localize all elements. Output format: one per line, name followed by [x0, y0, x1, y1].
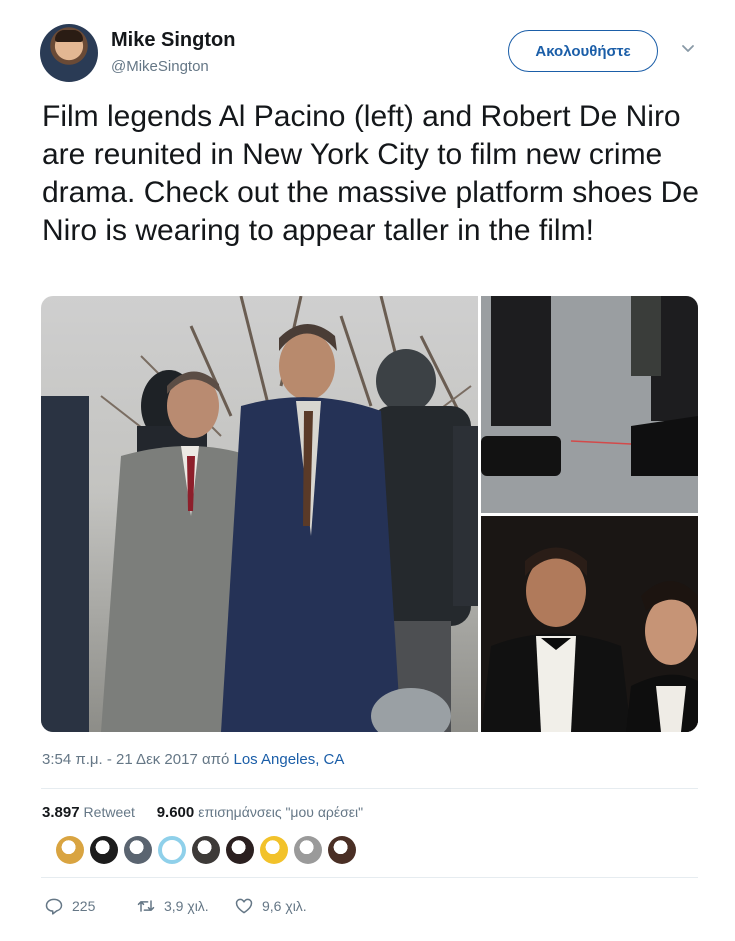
- liker-avatar[interactable]: [90, 836, 118, 864]
- reply-action[interactable]: 225: [44, 896, 136, 916]
- retweet-label: Retweet: [83, 804, 135, 820]
- like-count: 9.600: [156, 804, 195, 821]
- like-action-count: 9,6 χιλ.: [262, 898, 307, 914]
- media-grid: [41, 296, 698, 732]
- reply-icon: [45, 898, 63, 915]
- tweet-time[interactable]: 3:54 π.μ. - 21 Δεκ 2017 από: [42, 751, 233, 768]
- liker-avatar[interactable]: [56, 836, 84, 864]
- tweet-timestamp: 3:54 π.μ. - 21 Δεκ 2017 από Los Angeles,…: [42, 751, 344, 768]
- tweet-actions: 225 3,9 χιλ. 9,6 χιλ.: [44, 896, 307, 916]
- liker-avatar[interactable]: [260, 836, 288, 864]
- avatar[interactable]: [40, 24, 98, 82]
- like-label: επισημάνσεις "μου αρέσει": [198, 804, 364, 820]
- retweet-action[interactable]: 3,9 χιλ.: [136, 896, 234, 916]
- tweet-location[interactable]: Los Angeles, CA: [233, 751, 344, 768]
- liker-avatar[interactable]: [124, 836, 152, 864]
- photo-main[interactable]: [41, 296, 478, 732]
- reply-count: 225: [72, 898, 96, 914]
- user-handle[interactable]: @MikeSington: [111, 58, 209, 75]
- divider: [41, 788, 698, 789]
- liker-avatar[interactable]: [294, 836, 322, 864]
- like-action[interactable]: 9,6 χιλ.: [234, 896, 307, 916]
- follow-button[interactable]: Ακολουθήστε: [508, 30, 658, 72]
- liker-avatar[interactable]: [192, 836, 220, 864]
- liker-avatar[interactable]: [158, 836, 186, 864]
- photo-tuxedos[interactable]: [481, 516, 698, 732]
- retweet-icon: [137, 900, 155, 912]
- liker-avatar[interactable]: [226, 836, 254, 864]
- chevron-down-icon[interactable]: [680, 40, 696, 56]
- tweet-stats: 3.897 Retweet 9.600 επισημάνσεις "μου αρέσ…: [42, 804, 363, 821]
- photo-shoes[interactable]: [481, 296, 698, 513]
- retweet-stat[interactable]: 3.897 Retweet: [42, 804, 135, 821]
- divider: [41, 877, 698, 878]
- display-name[interactable]: Mike Sington: [111, 29, 235, 52]
- liker-avatar[interactable]: [328, 836, 356, 864]
- heart-icon: [235, 898, 253, 914]
- likers-avatars: [56, 836, 356, 864]
- retweet-count: 3.897: [42, 804, 80, 821]
- retweet-action-count: 3,9 χιλ.: [164, 898, 209, 914]
- tweet-text: Film legends Al Pacino (left) and Robert…: [42, 100, 699, 247]
- like-stat[interactable]: 9.600 επισημάνσεις "μου αρέσει": [156, 804, 364, 821]
